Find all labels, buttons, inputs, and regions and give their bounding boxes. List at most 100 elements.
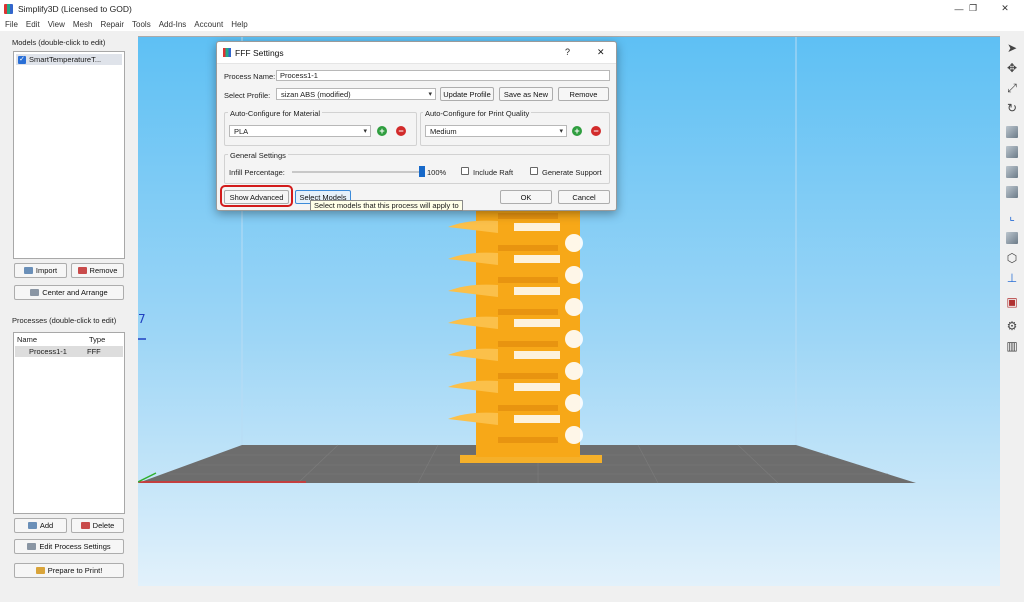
remove-quality-icon[interactable]: − [591,126,601,136]
close-window-button[interactable]: ✕ [990,0,1020,17]
import-button[interactable]: Import [14,263,67,278]
delete-label: Delete [92,521,115,530]
axis-z-icon[interactable]: ⊥ [1004,270,1020,286]
cancel-button[interactable]: Cancel [558,190,610,204]
quality-select[interactable]: Medium ▾ [425,125,567,137]
dialog-title: FFF Settings [235,48,284,58]
scale-icon[interactable]: ⤢ [1004,80,1020,96]
import-icon [23,267,33,274]
view-left-icon[interactable] [1004,164,1020,180]
save-as-new-button[interactable]: Save as New [499,87,553,101]
menu-view[interactable]: View [48,20,65,29]
move-icon[interactable]: ✥ [1004,60,1020,76]
menu-tools[interactable]: Tools [132,20,151,29]
remove-profile-button[interactable]: Remove [558,87,609,101]
processes-label: Processes (double-click to edit) [12,316,117,325]
chevron-down-icon: ▾ [559,128,563,135]
chevron-down-icon: ▾ [428,91,432,98]
ok-button[interactable]: OK [500,190,552,204]
infill-label: Infill Percentage: [229,168,285,177]
model-item[interactable]: ✓ SmartTemperatureT... [16,54,122,65]
annotation-highlight [220,185,293,207]
solid-view-icon[interactable] [1004,230,1020,246]
material-select[interactable]: PLA ▾ [229,125,371,137]
menu-account[interactable]: Account [194,20,223,29]
restore-button[interactable]: ❐ [958,0,988,17]
wireframe-icon[interactable]: ⬡ [1004,250,1020,266]
remove-icon [77,267,87,274]
menu-file[interactable]: File [5,20,18,29]
add-label: Add [39,521,54,530]
center-label: Center and Arrange [42,288,108,297]
view-front-icon[interactable] [1004,144,1020,160]
processes-list[interactable]: Name Type Process1-1 FFF [13,332,125,514]
import-label: Import [35,266,58,275]
models-list[interactable]: ✓ SmartTemperatureT... [13,51,125,259]
chevron-down-icon: ▾ [363,128,367,135]
infill-slider-track[interactable] [292,171,422,173]
infill-value: 100% [427,168,447,177]
menu-add-ins[interactable]: Add-Ins [159,20,187,29]
add-process-button[interactable]: Add [14,518,67,533]
select-models-tooltip: Select models that this process will app… [310,200,463,211]
profile-value: sizan ABS (modified) [281,89,351,99]
edit-process-settings-button[interactable]: Edit Process Settings [14,539,124,554]
print-icon [35,567,45,574]
axis-mark: 7 [138,312,146,326]
select-profile-label: Select Profile: [224,91,271,100]
left-panel: Models (double-click to edit) ✓ SmartTem… [0,31,138,602]
delete-process-button[interactable]: Delete [71,518,124,533]
pointer-icon[interactable]: ➤ [1004,40,1020,56]
remove-label: Remove [89,266,118,275]
include-raft-checkbox[interactable] [461,167,469,175]
checkbox-checked-icon[interactable]: ✓ [18,55,26,64]
remove-model-button[interactable]: Remove [71,263,124,278]
process-type-cell: FFF [87,347,101,356]
processes-header: Name Type [14,335,124,346]
model-name: SmartTemperatureT... [29,55,102,64]
infill-slider-handle[interactable] [419,166,425,177]
settings-icon [27,543,37,550]
add-material-icon[interactable]: + [377,126,387,136]
menu-repair[interactable]: Repair [100,20,124,29]
table-row[interactable]: Process1-1 FFF [15,346,123,357]
menu-mesh[interactable]: Mesh [73,20,93,29]
process-name-input[interactable]: Process1-1 [276,70,610,81]
remove-material-icon[interactable]: − [396,126,406,136]
gear-icon[interactable]: ⚙ [1004,318,1020,334]
temperature-tower-model [448,197,602,463]
arrange-icon [30,289,40,296]
profile-select[interactable]: sizan ABS (modified) ▾ [276,88,436,100]
center-and-arrange-button[interactable]: Center and Arrange [14,285,124,300]
status-bar [0,586,1024,602]
rotate-icon[interactable]: ↻ [1004,100,1020,116]
menu-bar: File Edit View Mesh Repair Tools Add-Ins… [0,17,1024,31]
general-settings-label: General Settings [228,151,288,160]
add-icon [27,522,37,529]
process-name-label: Process Name: [224,72,276,81]
edit-label: Edit Process Settings [39,542,111,551]
quality-group-label: Auto-Configure for Print Quality [423,109,532,118]
menu-help[interactable]: Help [231,20,247,29]
axes-icon[interactable]: ⌞ [1004,208,1020,224]
process-name-cell: Process1-1 [29,347,67,356]
title-bar: Simplify3D (Licensed to GOD) — ❐ ✕ [0,0,1024,17]
prepare-to-print-button[interactable]: Prepare to Print! [14,563,124,578]
material-value: PLA [234,126,249,136]
view-right-icon[interactable] [1004,184,1020,200]
window-title: Simplify3D (Licensed to GOD) [18,3,132,14]
dialog-close-button[interactable]: ✕ [597,47,605,58]
dialog-title-bar: FFF Settings ? ✕ [217,42,616,64]
view-top-icon[interactable] [1004,124,1020,140]
material-group-label: Auto-Configure for Material [228,109,323,118]
prepare-label: Prepare to Print! [47,566,103,575]
right-toolbar: ➤ ✥ ⤢ ↻ ⌞ ⬡ ⊥ ▣ ⚙ ▥ [1000,36,1024,586]
dialog-app-icon [223,48,231,57]
add-quality-icon[interactable]: + [572,126,582,136]
menu-edit[interactable]: Edit [26,20,40,29]
supports-icon[interactable]: ▥ [1004,338,1020,354]
cross-section-icon[interactable]: ▣ [1004,294,1020,310]
generate-support-checkbox[interactable] [530,167,538,175]
help-button[interactable]: ? [565,47,570,57]
update-profile-button[interactable]: Update Profile [440,87,494,101]
